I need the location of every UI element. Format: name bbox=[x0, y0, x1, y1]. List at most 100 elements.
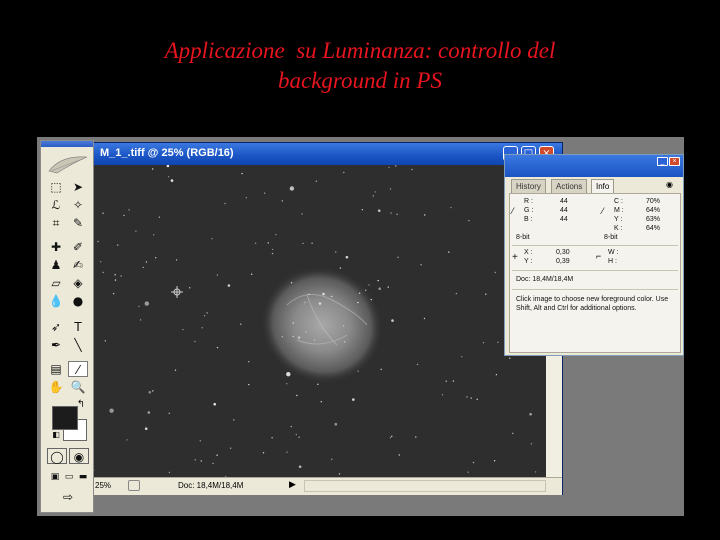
eraser-tool-icon[interactable]: ▱ bbox=[46, 275, 66, 291]
star bbox=[308, 293, 310, 296]
status-menu-arrow-icon[interactable]: ▶ bbox=[289, 479, 296, 490]
standard-mode-icon[interactable]: ◯ bbox=[47, 448, 67, 464]
star bbox=[117, 244, 119, 246]
star bbox=[415, 436, 417, 438]
cmyk-eyedropper-icon[interactable]: ⁄ bbox=[602, 206, 604, 216]
notes-tool-icon[interactable]: ▤ bbox=[46, 361, 66, 377]
document-window[interactable]: M_1_.tiff @ 25% (RGB/16) _ □ × bbox=[91, 142, 563, 495]
star bbox=[461, 356, 463, 358]
star bbox=[317, 383, 319, 385]
pen-tool-icon[interactable]: ✒ bbox=[46, 337, 66, 353]
slide-title-line-1: Applicazione su Luminanza: controllo del bbox=[164, 38, 556, 63]
star bbox=[441, 394, 444, 396]
palette-menu-icon[interactable]: ◉ bbox=[666, 180, 673, 189]
star bbox=[313, 339, 316, 341]
star bbox=[380, 368, 382, 370]
blur-tool-icon[interactable]: 💧 bbox=[46, 293, 66, 309]
magic-wand-icon[interactable]: ✧ bbox=[68, 197, 88, 213]
dodge-tool-icon[interactable]: ● bbox=[68, 293, 88, 309]
tab-history[interactable]: History bbox=[511, 179, 546, 193]
star bbox=[245, 197, 247, 199]
star bbox=[358, 292, 361, 294]
toolbox-grip[interactable] bbox=[41, 141, 93, 147]
slice-tool-icon[interactable]: ✎ bbox=[68, 215, 88, 231]
k-value: 64% bbox=[646, 225, 661, 232]
crop-tool-icon[interactable]: ⌗ bbox=[46, 215, 66, 231]
horizontal-scrollbar[interactable] bbox=[304, 480, 546, 492]
star bbox=[147, 411, 151, 414]
star bbox=[305, 331, 307, 333]
star bbox=[120, 275, 122, 277]
image-canvas[interactable] bbox=[92, 165, 546, 477]
star bbox=[174, 369, 177, 371]
feather-logo-icon[interactable] bbox=[47, 151, 89, 177]
star bbox=[227, 284, 231, 287]
star bbox=[343, 341, 346, 343]
star bbox=[338, 473, 341, 475]
rgb-eyedropper-icon[interactable]: ⁄ bbox=[512, 206, 514, 216]
document-titlebar[interactable]: M_1_.tiff @ 25% (RGB/16) _ □ × bbox=[92, 143, 562, 165]
tab-actions[interactable]: Actions bbox=[551, 179, 588, 193]
star bbox=[254, 242, 257, 244]
screen-mode-full-icon[interactable]: ▬ bbox=[73, 469, 93, 485]
star bbox=[251, 273, 253, 275]
type-tool-icon[interactable]: T bbox=[68, 319, 88, 335]
y-cmyk-label: Y : bbox=[614, 216, 623, 223]
star bbox=[216, 454, 218, 456]
eyedropper-tool-icon[interactable]: ⁄ bbox=[68, 361, 88, 377]
star bbox=[466, 396, 468, 398]
star bbox=[168, 412, 170, 414]
path-selection-icon[interactable]: ➶ bbox=[46, 319, 66, 335]
y-cmyk-value: 63% bbox=[646, 216, 661, 223]
star bbox=[201, 327, 203, 329]
jump-to-imageready-icon[interactable]: ⇨ bbox=[53, 489, 83, 505]
zoom-level[interactable]: 25% bbox=[95, 481, 111, 490]
star bbox=[123, 214, 125, 217]
lasso-tool-icon[interactable]: ℒ bbox=[46, 197, 66, 213]
line-tool-icon[interactable]: ╲ bbox=[68, 337, 88, 353]
info-panel-body: R : 44 G : 44 B : 44 ⁄ 8-bit C : 70% M :… bbox=[509, 193, 681, 353]
star bbox=[339, 267, 342, 269]
star bbox=[142, 266, 144, 269]
star bbox=[290, 425, 292, 428]
star bbox=[281, 336, 283, 338]
history-brush-icon[interactable]: ✍ bbox=[68, 257, 88, 273]
star bbox=[155, 257, 157, 259]
star bbox=[135, 230, 137, 232]
star bbox=[263, 192, 266, 194]
quick-mask-icon[interactable]: ◉ bbox=[69, 448, 89, 464]
palette-close-button[interactable]: × bbox=[669, 157, 680, 166]
status-bar: 25% Doc: 18,4M/18,4M ▶ bbox=[92, 477, 562, 495]
r-label: R : bbox=[524, 198, 533, 205]
star bbox=[389, 437, 392, 439]
star bbox=[468, 220, 470, 222]
star bbox=[144, 427, 148, 431]
star bbox=[189, 287, 191, 289]
star bbox=[212, 462, 214, 465]
move-tool-icon[interactable]: ➤ bbox=[68, 179, 88, 195]
h-label: H : bbox=[608, 258, 617, 265]
brush-tool-icon[interactable]: ✐ bbox=[68, 239, 88, 255]
zoom-tool-icon[interactable]: 🔍 bbox=[68, 379, 88, 395]
star bbox=[138, 305, 140, 308]
palette-minimize-button[interactable]: _ bbox=[657, 157, 668, 166]
star bbox=[445, 380, 447, 382]
paint-bucket-icon[interactable]: ◈ bbox=[68, 275, 88, 291]
navigator-icon[interactable] bbox=[128, 480, 140, 491]
healing-brush-icon[interactable]: ✚ bbox=[46, 239, 66, 255]
clone-stamp-icon[interactable]: ♟ bbox=[46, 257, 66, 273]
star bbox=[424, 214, 426, 216]
star bbox=[420, 264, 422, 266]
tab-info[interactable]: Info bbox=[591, 179, 615, 194]
marquee-tool-icon[interactable]: ⬚ bbox=[46, 179, 66, 195]
star bbox=[200, 460, 202, 462]
star bbox=[271, 252, 274, 255]
star bbox=[455, 292, 458, 295]
star bbox=[152, 390, 154, 392]
hand-tool-icon[interactable]: ✋ bbox=[46, 379, 66, 395]
star bbox=[286, 383, 288, 385]
star bbox=[396, 213, 398, 215]
default-colors-icon[interactable]: ◧ bbox=[46, 427, 66, 443]
star bbox=[390, 212, 392, 214]
crab-nebula-image bbox=[92, 165, 546, 477]
